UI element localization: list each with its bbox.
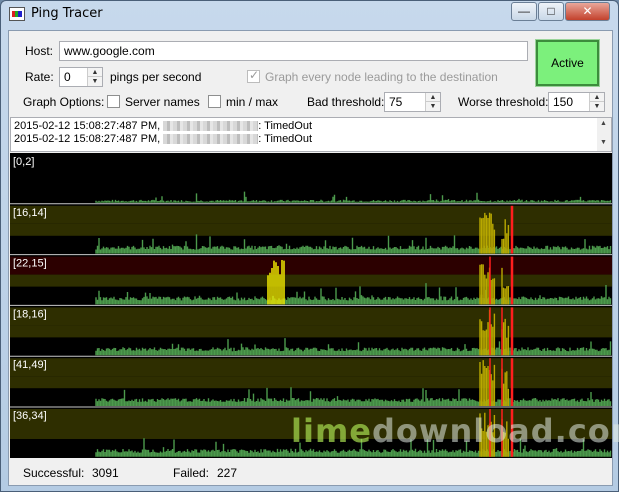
redacted-address (163, 134, 259, 145)
minimize-icon: — (518, 4, 530, 18)
worse-threshold-label: Worse threshold: (458, 95, 549, 109)
bad-threshold-band (10, 325, 612, 338)
window-title: Ping Tracer (31, 6, 103, 21)
worse-threshold-band (10, 358, 612, 377)
server-names-checkbox[interactable] (107, 95, 120, 108)
graph-label: [16,14] (13, 207, 47, 219)
successful-label: Successful: (23, 466, 85, 480)
maximize-icon: □ (547, 4, 555, 18)
graph-every-node-checkbox[interactable] (247, 68, 260, 83)
close-icon: ✕ (582, 4, 593, 18)
graph-label: [18,16] (13, 308, 47, 320)
log-status: : TimedOut (258, 133, 313, 145)
status-bar: Successful: 3091 Failed: 227 (9, 461, 612, 485)
watermark: limedownload.com (291, 412, 619, 450)
host-label: Host: (25, 44, 54, 58)
server-names-label: Server names (125, 95, 200, 109)
log-scrollbar[interactable]: ▲ ▼ (597, 118, 611, 151)
rate-label: Rate: (25, 70, 54, 84)
app-icon (9, 7, 25, 21)
log-entry: 2015-02-12 15:08:27:487 PM, : TimedOut (14, 120, 312, 132)
minmax-checkbox[interactable] (208, 95, 221, 108)
bad-threshold-up-icon[interactable]: ▲ (426, 93, 440, 102)
graph-label: [0,2] (13, 156, 34, 168)
worse-threshold-band (10, 256, 612, 275)
close-button[interactable]: ✕ (565, 2, 610, 21)
minimize-button[interactable]: — (511, 2, 537, 21)
rate-up-icon[interactable]: ▲ (88, 68, 102, 77)
bad-threshold-down-icon[interactable]: ▼ (426, 102, 440, 111)
log-entry: 2015-02-12 15:08:27:487 PM, : TimedOut (14, 133, 312, 145)
worse-threshold-up-icon[interactable]: ▲ (590, 93, 604, 102)
app-window: Ping Tracer — □ ✕ Host: www.google.com R… (0, 0, 619, 492)
scroll-up-icon[interactable]: ▲ (600, 120, 607, 127)
bad-threshold-stepper[interactable]: 75 ▲ ▼ (384, 92, 441, 112)
watermark-suffix: download.com (371, 412, 619, 450)
graph-label: [36,34] (13, 410, 47, 422)
title-bar[interactable]: Ping Tracer — □ ✕ (1, 1, 618, 27)
event-log[interactable]: 2015-02-12 15:08:27:487 PM, : TimedOut 2… (10, 117, 612, 152)
failed-label: Failed: (173, 466, 210, 480)
bad-threshold-spin-buttons[interactable]: ▲ ▼ (425, 93, 440, 111)
worse-threshold-spin-buttons[interactable]: ▲ ▼ (589, 93, 604, 111)
redacted-address (163, 121, 259, 132)
rate-value: 0 (64, 70, 71, 84)
bad-threshold-value: 75 (389, 95, 403, 109)
failed-count: 227 (217, 466, 238, 480)
graph-options-label: Graph Options: (23, 95, 105, 109)
rate-unit-label: pings per second (110, 70, 202, 84)
active-toggle-button[interactable]: Active (535, 39, 600, 87)
host-input[interactable]: www.google.com (59, 41, 528, 61)
successful-count: 3091 (92, 466, 119, 480)
worse-threshold-stepper[interactable]: 150 ▲ ▼ (548, 92, 605, 112)
graph-every-node-label: Graph every node leading to the destinat… (265, 70, 498, 84)
bad-threshold-label: Bad threshold: (307, 95, 385, 109)
graph-label: [41,49] (13, 359, 47, 371)
minmax-label: min / max (226, 95, 279, 109)
log-status: : TimedOut (258, 120, 313, 132)
graph-label: [22,15] (13, 258, 47, 270)
worse-threshold-down-icon[interactable]: ▼ (590, 102, 604, 111)
bad-threshold-band (10, 376, 612, 389)
graph-panel-bg (10, 153, 612, 204)
log-timestamp: 2015-02-12 15:08:27:487 PM, (14, 120, 161, 132)
worse-threshold-band (10, 307, 612, 326)
scroll-down-icon[interactable]: ▼ (600, 139, 607, 146)
maximize-button[interactable]: □ (538, 2, 564, 21)
worse-threshold-value: 150 (553, 95, 574, 109)
worse-threshold-band (10, 205, 612, 224)
rate-stepper[interactable]: 0 ▲ ▼ (59, 67, 103, 87)
bad-threshold-band (10, 274, 612, 287)
rate-spin-buttons[interactable]: ▲ ▼ (87, 68, 102, 86)
rate-down-icon[interactable]: ▼ (88, 77, 102, 86)
watermark-prefix: lime (291, 412, 372, 450)
bad-threshold-band (10, 223, 612, 236)
log-timestamp: 2015-02-12 15:08:27:487 PM, (14, 133, 161, 145)
